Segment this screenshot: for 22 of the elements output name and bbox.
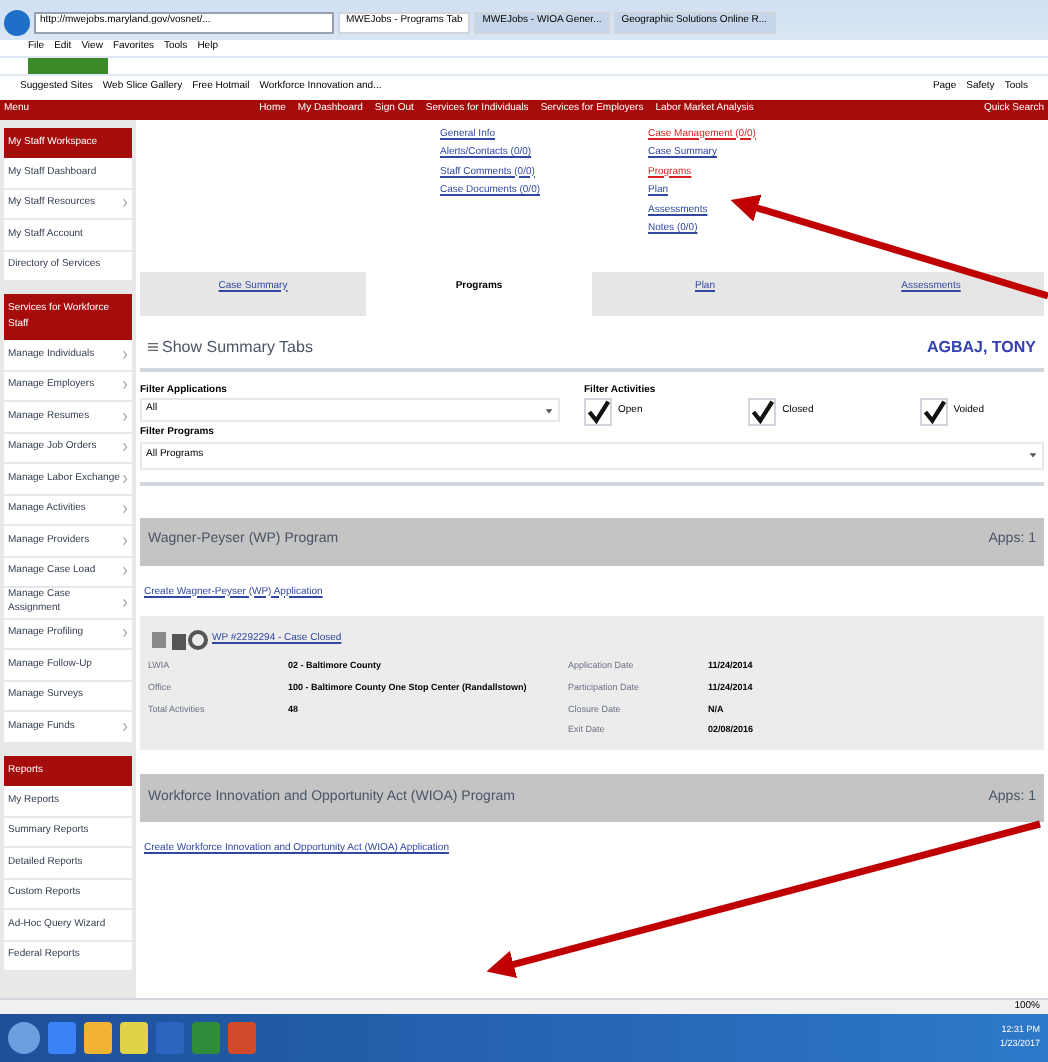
chevron-icon — [122, 349, 128, 360]
chevron-icon — [122, 380, 128, 391]
chevron-icon — [122, 628, 128, 639]
person-name: AGBAJ, TONY — [926, 335, 1036, 359]
tools-icon — [148, 628, 208, 652]
caret-icon — [1028, 450, 1038, 460]
summary-toggle[interactable]: Show Summary Tabs — [148, 335, 313, 359]
chevron-icon — [122, 442, 128, 453]
back-icon[interactable] — [4, 9, 30, 35]
start-icon[interactable] — [8, 1022, 40, 1054]
chevron-icon — [122, 411, 128, 422]
chevron-icon — [122, 535, 128, 546]
chevron-icon — [122, 721, 128, 732]
checkbox[interactable] — [584, 398, 612, 426]
caret-icon — [544, 405, 554, 415]
chevron-icon — [122, 566, 128, 577]
chevron-icon — [122, 473, 128, 484]
chevron-icon — [122, 597, 128, 608]
menu-icon — [148, 342, 158, 352]
chevron-icon — [122, 198, 128, 209]
chevron-icon — [122, 504, 128, 515]
toolbar-tab[interactable] — [28, 57, 108, 73]
